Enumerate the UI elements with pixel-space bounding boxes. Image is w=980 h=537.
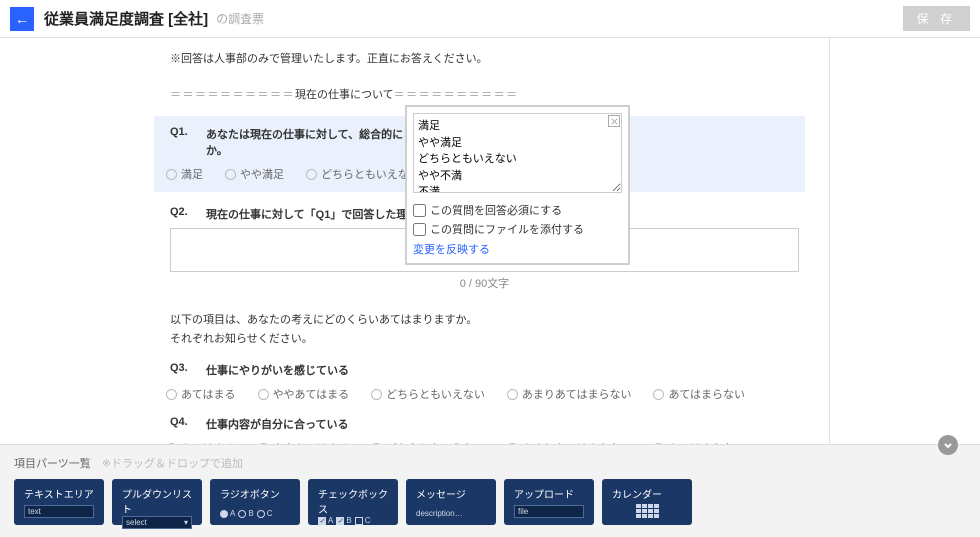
options-textarea[interactable] [413,113,622,193]
q2-number: Q2. [170,206,206,222]
option-edit-popup: この質問を回答必須にする この質問にファイルを添付する 変更を反映する [405,105,630,265]
save-button[interactable]: 保 存 [903,6,970,31]
admin-note: ※回答は人事部のみで管理いたします。正直にお答えください。 [170,50,799,66]
part-checkbox[interactable]: チェックボックス ✓A✓BC [308,479,398,525]
q1-opt-1[interactable]: 満足 [166,166,203,182]
attach-checkbox[interactable] [413,223,426,236]
scale-opt[interactable]: あまりあてはまらない [507,386,632,402]
parts-palette: 項目パーツ一覧 ※ドラッグ＆ドロップで追加 テキストエリア text プルダウン… [0,444,980,537]
scale-opt[interactable]: どちらともいえない [371,386,485,402]
chevron-down-icon [943,440,953,450]
palette-title: 項目パーツ一覧 [14,458,91,470]
divider-dash-right: ＝＝＝＝＝＝＝＝＝＝ [394,89,519,101]
part-pulldown[interactable]: プルダウンリスト select▾ [112,479,202,525]
back-button[interactable]: ← [10,7,34,31]
required-checkbox-row[interactable]: この質問を回答必須にする [413,202,622,218]
palette-hint: ※ドラッグ＆ドロップで追加 [102,458,243,470]
scale-opt[interactable]: あてはまる [166,386,236,402]
section-intro: 以下の項目は、あなたの考えにどのくらいあてはまりますか。 それぞれお知らせくださ… [170,311,799,348]
q3-text: 仕事にやりがいを感じている [206,362,349,378]
q2-counter: 0 / 90文字 [170,275,799,291]
apply-changes-link[interactable]: 変更を反映する [413,241,622,257]
close-icon [611,118,618,125]
required-checkbox[interactable] [413,204,426,217]
calendar-icon [636,504,659,518]
scale-opt[interactable]: あてはまらない [653,386,745,402]
attach-checkbox-row[interactable]: この質問にファイルを添付する [413,221,622,237]
q3-options: あてはまる ややあてはまる どちらともいえない あまりあてはまらない あてはまら… [166,386,799,402]
q1-opt-3[interactable]: どちらともいえない [306,166,420,182]
q3-number: Q3. [170,362,206,378]
part-textarea[interactable]: テキストエリア text [14,479,104,525]
section-divider: ＝＝＝＝＝＝＝＝＝＝現在の仕事について＝＝＝＝＝＝＝＝＝＝ [170,86,799,102]
scale-opt[interactable]: ややあてはまる [258,386,350,402]
page-subtitle: の調査票 [216,10,264,27]
divider-dash-left: ＝＝＝＝＝＝＝＝＝＝ [170,89,295,101]
q1-opt-2[interactable]: やや満足 [225,166,284,182]
page-title: 従業員満足度調査 [全社] [44,8,208,29]
palette-collapse-button[interactable] [938,435,958,455]
part-message[interactable]: メッセージ description… [406,479,496,525]
part-calendar[interactable]: カレンダー [602,479,692,525]
palette-header: 項目パーツ一覧 ※ドラッグ＆ドロップで追加 [14,455,966,471]
question-q3[interactable]: Q3.仕事にやりがいを感じている あてはまる ややあてはまる どちらともいえない… [170,362,799,402]
section-intro-l2: それぞれお知らせください。 [170,330,799,349]
app-header: ← 従業員満足度調査 [全社] の調査票 保 存 [0,0,980,38]
divider-label: 現在の仕事について [295,89,394,101]
part-upload[interactable]: アップロード file [504,479,594,525]
popup-close-button[interactable] [608,115,620,127]
q4-number: Q4. [170,416,206,432]
q4-text: 仕事内容が自分に合っている [206,416,348,432]
palette-row: テキストエリア text プルダウンリスト select▾ ラジオボタン ABC… [14,479,966,525]
q1-number: Q1. [170,126,206,158]
part-radio[interactable]: ラジオボタン ABC [210,479,300,525]
section-intro-l1: 以下の項目は、あなたの考えにどのくらいあてはまりますか。 [170,311,799,330]
